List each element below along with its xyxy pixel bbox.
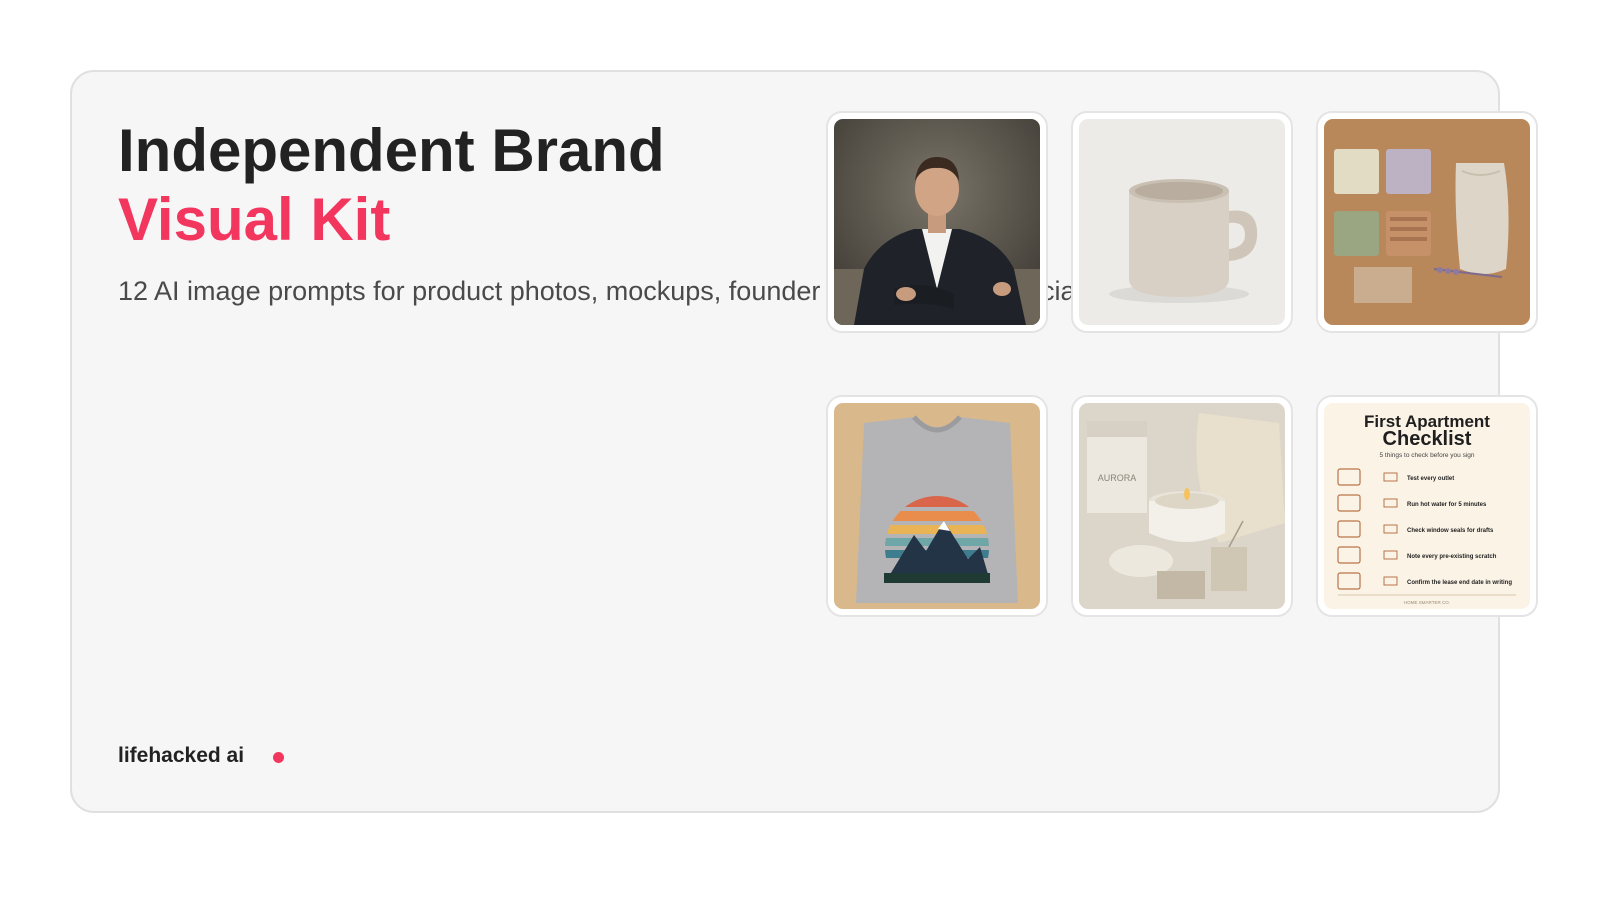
checklist-subtitle: 5 things to check before you sign [1379, 452, 1474, 459]
image-tile-soap-flatlay[interactable] [1316, 111, 1538, 333]
candle-brand-text: AURORA [1098, 473, 1137, 483]
checklist-item-text: Confirm the lease end date in writing [1407, 580, 1512, 586]
image-tile-candle-packaging[interactable]: AURORA [1071, 395, 1293, 617]
brand-name: lifehacked ai [118, 744, 245, 767]
page-title-accent: Visual Kit [118, 186, 391, 253]
image-tile-checklist-poster[interactable]: First Apartment Checklist 5 things to ch… [1316, 395, 1538, 617]
ceramic-mug-image [1079, 119, 1285, 325]
brand-dot-icon [273, 752, 284, 763]
image-tile-mountain-tshirt[interactable] [826, 395, 1048, 617]
soap-flatlay-image [1324, 119, 1530, 325]
checklist-title-line2: Checklist [1383, 428, 1472, 450]
checklist-item-text: Run hot water for 5 minutes [1407, 502, 1487, 508]
checklist-poster-image: First Apartment Checklist 5 things to ch… [1324, 403, 1530, 609]
checklist-item-text: Check window seals for drafts [1407, 528, 1494, 534]
image-tile-founder-headshot[interactable] [826, 111, 1048, 333]
mountain-tshirt-image [834, 403, 1040, 609]
page-title: Independent Brand [118, 117, 665, 184]
checklist-item-text: Test every outlet [1407, 476, 1454, 482]
checklist-footer: HOME SMARTER CO. [1404, 600, 1450, 605]
founder-headshot-image [834, 119, 1040, 325]
candle-packaging-image: AURORA [1079, 403, 1285, 609]
image-tile-ceramic-mug[interactable] [1071, 111, 1293, 333]
checklist-item-text: Note every pre-existing scratch [1407, 554, 1497, 560]
